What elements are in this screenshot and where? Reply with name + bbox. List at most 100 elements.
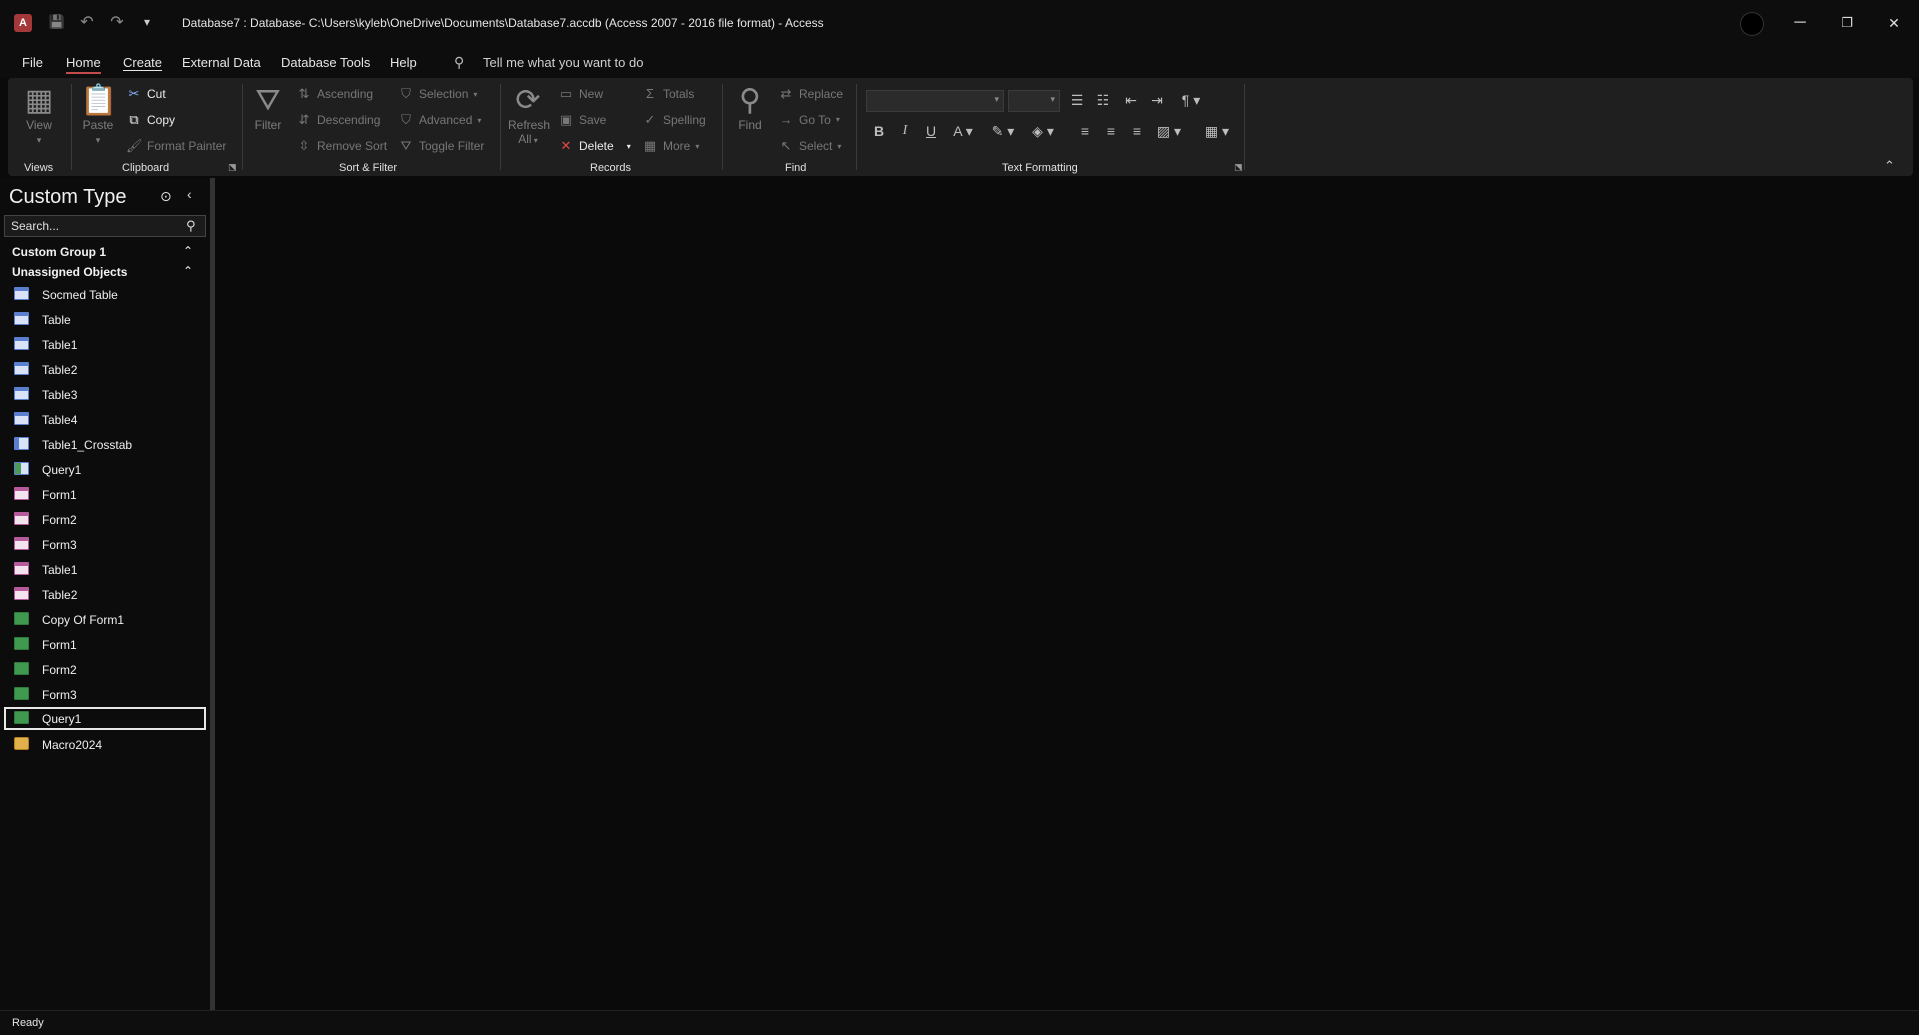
copy-icon: ⧉ (129, 112, 139, 127)
status-bar: Ready (0, 1010, 1919, 1035)
more-dropdown[interactable]: ▦ More ▾ (642, 138, 700, 154)
save-record-button[interactable]: ▣ Save (558, 112, 607, 128)
nav-item-form3[interactable]: Form3 (4, 533, 206, 556)
nav-item-socmed-table[interactable]: Socmed Table (4, 283, 206, 306)
select-dropdown[interactable]: ↖ Select ▾ (778, 138, 842, 154)
nav-search-input[interactable] (4, 215, 206, 237)
redo-icon[interactable]: ↷ (106, 12, 128, 32)
view-button[interactable]: ▦ View ▾ (22, 84, 56, 146)
nav-item-form2[interactable]: Form2 (4, 508, 206, 531)
spelling-button[interactable]: ✓ Spelling (642, 112, 706, 128)
save-icon[interactable]: 💾 (46, 14, 68, 30)
search-icon[interactable]: ⚲ (186, 218, 196, 234)
align-left-icon[interactable]: ≡ (1074, 123, 1096, 139)
views-group-label: Views (24, 162, 54, 174)
format-painter-button[interactable]: 🖌 Format Painter (126, 138, 226, 154)
nav-item-table1-crosstab[interactable]: Table1_Crosstab (4, 433, 206, 456)
fill-color-icon[interactable]: ◈ ▾ (1028, 123, 1058, 140)
window-title: Database7 : Database- C:\Users\kyleb\One… (182, 16, 824, 30)
nav-item-form3-report[interactable]: Form3 (4, 683, 206, 706)
nav-item-table1[interactable]: Table1 (4, 333, 206, 356)
numbering-icon[interactable]: ☷ (1092, 92, 1114, 109)
nav-item-table[interactable]: Table (4, 308, 206, 331)
font-color-icon[interactable]: A ▾ (948, 123, 978, 140)
new-record-button[interactable]: ▭ New (558, 86, 603, 102)
nav-item-macro2024[interactable]: Macro2024 (4, 733, 206, 756)
tab-database-tools[interactable]: Database Tools (281, 55, 370, 70)
descending-button[interactable]: ⇵ Descending (296, 112, 381, 128)
tab-help[interactable]: Help (390, 55, 417, 70)
clipboard-launcher-icon[interactable]: ⬔ (228, 162, 237, 173)
nav-item-table4[interactable]: Table4 (4, 408, 206, 431)
group-header-unassigned-objects[interactable]: Unassigned Objects ⌃ (0, 262, 210, 282)
report-icon (14, 612, 29, 625)
tab-file[interactable]: File (22, 55, 43, 70)
shutter-bar-close-icon[interactable]: ‹ (187, 186, 192, 202)
text-formatting-launcher-icon[interactable]: ⬔ (1234, 162, 1243, 173)
font-size-select[interactable]: ▾ (1008, 90, 1060, 112)
table-icon (14, 412, 29, 425)
goto-dropdown[interactable]: → Go To ▾ (778, 112, 840, 127)
nav-item-query1-report[interactable]: Query1 (4, 707, 206, 730)
access-app-icon[interactable]: A (14, 14, 32, 32)
advanced-dropdown[interactable]: ⛉ Advanced ▾ (398, 112, 481, 128)
nav-item-table1-form[interactable]: Table1 (4, 558, 206, 581)
undo-icon[interactable]: ↶ (76, 12, 98, 32)
nav-item-table2[interactable]: Table2 (4, 358, 206, 381)
minimize-button[interactable]: ─ (1777, 8, 1823, 38)
align-center-icon[interactable]: ≡ (1100, 123, 1122, 139)
tell-me-input[interactable]: Tell me what you want to do (483, 55, 643, 70)
account-avatar[interactable] (1740, 12, 1764, 36)
grid-icon: ▦ (643, 138, 657, 153)
highlight-icon[interactable]: ✎ ▾ (988, 123, 1018, 140)
restore-button[interactable]: ❐ (1824, 8, 1870, 38)
increase-indent-icon[interactable]: ⇥ (1146, 92, 1168, 109)
copy-button[interactable]: ⧉ Copy (126, 112, 175, 128)
refresh-all-button[interactable]: ⟳ Refresh All ▾ (508, 84, 550, 146)
alternate-row-color-icon[interactable]: ▨ ▾ (1154, 123, 1184, 140)
tell-me-search-icon[interactable]: ⚲ (454, 54, 464, 71)
cut-button[interactable]: ✂ Cut (126, 86, 166, 102)
chevron-up-icon: ⌃ (183, 244, 194, 258)
tab-external-data[interactable]: External Data (182, 55, 261, 70)
selection-dropdown[interactable]: ⛉ Selection ▾ (398, 86, 477, 102)
paste-icon: 📋 (80, 84, 118, 117)
nav-item-table2-form[interactable]: Table2 (4, 583, 206, 606)
nav-item-copy-of-form1[interactable]: Copy Of Form1 (4, 608, 206, 631)
group-header-custom-group-1[interactable]: Custom Group 1 ⌃ (0, 242, 210, 262)
nav-item-form2-report[interactable]: Form2 (4, 658, 206, 681)
paragraph-direction-icon[interactable]: ¶ ▾ (1176, 92, 1206, 109)
ascending-button[interactable]: ⇅ Ascending (296, 86, 374, 102)
delete-button[interactable]: ✕ Delete ▾ (558, 138, 631, 154)
nav-item-table3[interactable]: Table3 (4, 383, 206, 406)
italic-icon[interactable]: I (894, 123, 916, 139)
find-button[interactable]: ⚲ Find (732, 84, 768, 132)
filter-button[interactable]: ⛛ Filter (250, 84, 286, 132)
decrease-indent-icon[interactable]: ⇤ (1120, 92, 1142, 109)
nav-item-query1[interactable]: Query1 (4, 458, 206, 481)
new-record-icon: ▭ (559, 86, 573, 101)
totals-button[interactable]: Σ Totals (642, 86, 694, 101)
underline-icon[interactable]: U (920, 123, 942, 139)
tab-create[interactable]: Create (123, 55, 162, 70)
close-button[interactable]: ✕ (1871, 8, 1917, 38)
align-right-icon[interactable]: ≡ (1126, 123, 1148, 139)
toggle-filter-button[interactable]: ⛛ Toggle Filter (398, 138, 485, 154)
remove-sort-button[interactable]: ⇳ Remove Sort (296, 138, 387, 154)
paste-button[interactable]: 📋 Paste ▾ (80, 84, 118, 146)
font-name-select[interactable]: ▾ (866, 90, 1004, 112)
nav-item-form1[interactable]: Form1 (4, 483, 206, 506)
customize-qat-icon[interactable]: ▾ (136, 15, 158, 29)
collapse-ribbon-icon[interactable]: ⌃ (1884, 158, 1895, 174)
nav-menu-chevron-icon[interactable]: ⊙ (160, 188, 172, 205)
replace-button[interactable]: ⇄ Replace (778, 86, 843, 102)
bullets-icon[interactable]: ☰ (1066, 92, 1088, 109)
nav-item-form1-report[interactable]: Form1 (4, 633, 206, 656)
nav-pane-title[interactable]: Custom Type (9, 186, 126, 209)
tab-home[interactable]: Home (66, 55, 101, 74)
navigation-pane: Custom Type ⊙ ‹ ⚲ Custom Group 1⌃ Unassi… (0, 178, 210, 1010)
records-group-label: Records (590, 162, 631, 174)
gridlines-icon[interactable]: ▦ ▾ (1200, 123, 1234, 140)
table-icon (14, 337, 29, 350)
bold-icon[interactable]: B (868, 123, 890, 139)
